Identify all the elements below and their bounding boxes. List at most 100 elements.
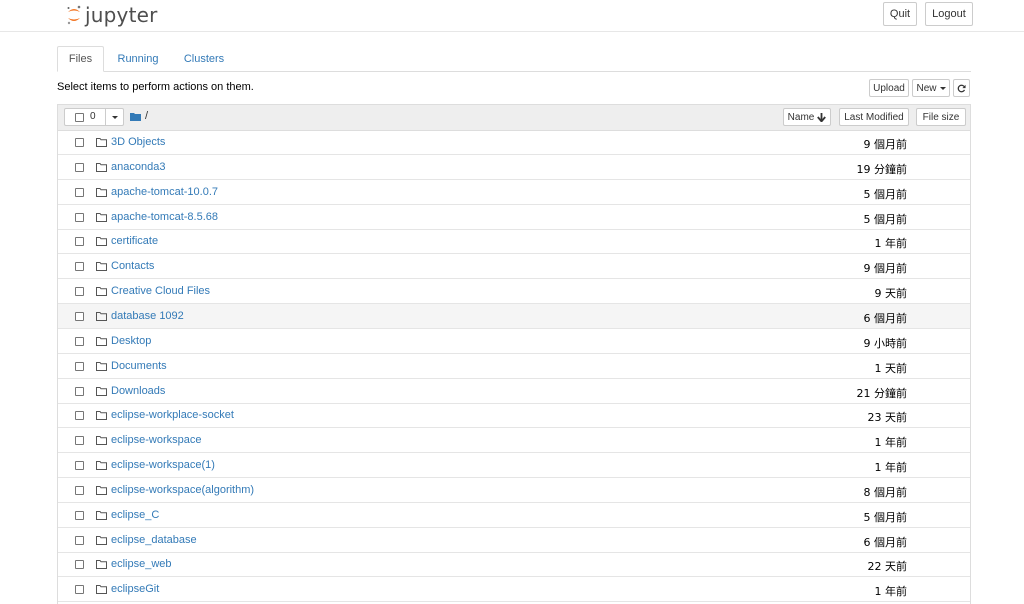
new-button-label: New	[916, 82, 937, 94]
row-checkbox[interactable]	[75, 212, 84, 222]
row-checkbox[interactable]	[75, 162, 84, 172]
logout-button[interactable]: Logout	[925, 2, 973, 26]
file-name-link[interactable]: Contacts	[111, 260, 154, 272]
file-name-link[interactable]: Desktop	[111, 335, 151, 347]
file-row[interactable]: apache-tomcat-10.0.7 5 個月前	[58, 180, 970, 205]
file-modified-time: 1 天前	[874, 361, 908, 375]
folder-icon	[96, 535, 107, 545]
file-name-link[interactable]: eclipse-workplace-socket	[111, 409, 234, 421]
file-name-link[interactable]: Creative Cloud Files	[111, 285, 210, 297]
file-name-link[interactable]: Downloads	[111, 385, 165, 397]
folder-icon	[96, 336, 107, 346]
jupyter-logo[interactable]: jupyter	[66, 2, 158, 28]
row-checkbox[interactable]	[75, 336, 84, 346]
select-all-checkbox[interactable]	[75, 113, 84, 122]
caret-down-icon	[112, 115, 118, 119]
upload-button[interactable]: Upload	[869, 79, 909, 97]
file-name-link[interactable]: certificate	[111, 235, 158, 247]
file-name-link[interactable]: anaconda3	[111, 161, 165, 173]
refresh-button[interactable]	[953, 79, 970, 97]
select-dropdown-toggle[interactable]	[105, 109, 124, 125]
sort-file-size-button[interactable]: File size	[916, 108, 966, 126]
file-modified-time: 9 天前	[874, 287, 908, 301]
file-name-link[interactable]: eclipse_C	[111, 509, 159, 521]
file-name-link[interactable]: 3D Objects	[111, 136, 165, 148]
file-name-link[interactable]: eclipse-workspace(1)	[111, 459, 215, 471]
file-row[interactable]: eclipse-workspace 1 年前	[58, 428, 970, 454]
file-name-link[interactable]: Documents	[111, 360, 167, 372]
caret-down-icon	[939, 86, 946, 90]
folder-icon	[96, 138, 107, 147]
select-all-control[interactable]: 0	[64, 108, 124, 126]
row-checkbox[interactable]	[75, 510, 84, 520]
file-modified-time: 9 個月前	[863, 262, 908, 276]
file-row[interactable]: eclipse-workspace(1) 1 年前	[58, 453, 970, 479]
folder-icon	[96, 237, 107, 247]
tab-running[interactable]: Running	[107, 46, 169, 71]
row-checkbox[interactable]	[75, 287, 84, 297]
file-modified-time: 21 分鐘前	[856, 386, 908, 400]
row-checkbox[interactable]	[75, 361, 84, 371]
sort-name-label: Name	[787, 111, 815, 123]
file-name-link[interactable]: eclipseGit	[111, 583, 159, 595]
file-name-link[interactable]: apache-tomcat-8.5.68	[111, 211, 218, 223]
tab-clusters[interactable]: Clusters	[173, 46, 235, 71]
file-row[interactable]: Contacts 9 個月前	[58, 254, 970, 280]
file-row[interactable]: eclipse-workplace-socket 23 天前	[58, 403, 970, 429]
header-bar: jupyter Quit Logout	[0, 0, 1024, 32]
file-row[interactable]: eclipse_database 6 個月前	[58, 528, 970, 553]
file-row[interactable]: Documents 1 天前	[58, 354, 970, 379]
row-checkbox[interactable]	[75, 138, 84, 147]
file-name-link[interactable]: eclipse_web	[111, 558, 172, 570]
file-modified-time: 6 個月前	[863, 535, 908, 549]
file-row[interactable]: eclipseGit 1 年前	[58, 577, 970, 603]
file-row[interactable]: Desktop 9 小時前	[58, 329, 970, 354]
file-modified-time: 23 天前	[867, 411, 908, 425]
sort-name-button[interactable]: Name	[783, 108, 831, 126]
folder-icon	[96, 162, 107, 172]
file-modified-time: 9 個月前	[863, 138, 908, 151]
file-modified-time: 5 個月前	[863, 510, 908, 524]
file-row[interactable]: anaconda3 19 分鐘前	[58, 155, 970, 180]
row-checkbox[interactable]	[75, 386, 84, 396]
file-row[interactable]: Creative Cloud Files 9 天前	[58, 279, 970, 305]
folder-icon	[96, 461, 107, 471]
row-checkbox[interactable]	[75, 262, 84, 272]
row-checkbox[interactable]	[75, 485, 84, 495]
file-modified-time: 1 年前	[874, 585, 908, 599]
file-name-link[interactable]: eclipse_database	[111, 534, 197, 546]
file-row[interactable]: eclipse_web 22 天前	[58, 552, 970, 578]
folder-icon	[96, 386, 107, 396]
row-checkbox[interactable]	[75, 461, 84, 471]
file-row[interactable]: certificate 1 年前	[58, 229, 970, 255]
jupyter-logo-icon	[67, 5, 81, 25]
file-row[interactable]: eclipse-workspace(algorithm) 8 個月前	[58, 478, 970, 503]
file-name-link[interactable]: apache-tomcat-10.0.7	[111, 186, 218, 198]
folder-icon	[96, 485, 107, 495]
new-dropdown-button[interactable]: New	[912, 79, 950, 97]
file-modified-time: 1 年前	[874, 237, 908, 251]
file-modified-time: 6 個月前	[863, 311, 908, 325]
file-name-link[interactable]: eclipse-workspace(algorithm)	[111, 484, 254, 496]
file-row[interactable]: apache-tomcat-8.5.68 5 個月前	[58, 205, 970, 230]
row-checkbox[interactable]	[75, 411, 84, 421]
row-checkbox[interactable]	[75, 187, 84, 197]
file-name-link[interactable]: database 1092	[111, 310, 184, 322]
breadcrumb[interactable]: /	[130, 110, 148, 122]
file-row[interactable]: eclipse_C 5 個月前	[58, 503, 970, 528]
file-row[interactable]: database 1092 6 個月前	[58, 303, 970, 329]
row-checkbox[interactable]	[75, 436, 84, 446]
row-checkbox[interactable]	[75, 535, 84, 545]
row-checkbox[interactable]	[75, 585, 84, 595]
breadcrumb-root[interactable]: /	[145, 110, 148, 122]
row-checkbox[interactable]	[75, 237, 84, 247]
quit-button[interactable]: Quit	[883, 2, 917, 26]
row-checkbox[interactable]	[75, 560, 84, 570]
instructions-text: Select items to perform actions on them.	[57, 81, 254, 93]
file-row[interactable]: 3D Objects 9 個月前	[58, 130, 970, 155]
tab-files[interactable]: Files	[57, 46, 104, 72]
sort-last-modified-button[interactable]: Last Modified	[839, 108, 909, 126]
file-name-link[interactable]: eclipse-workspace	[111, 434, 201, 446]
row-checkbox[interactable]	[75, 311, 84, 321]
file-row[interactable]: Downloads 21 分鐘前	[58, 379, 970, 404]
